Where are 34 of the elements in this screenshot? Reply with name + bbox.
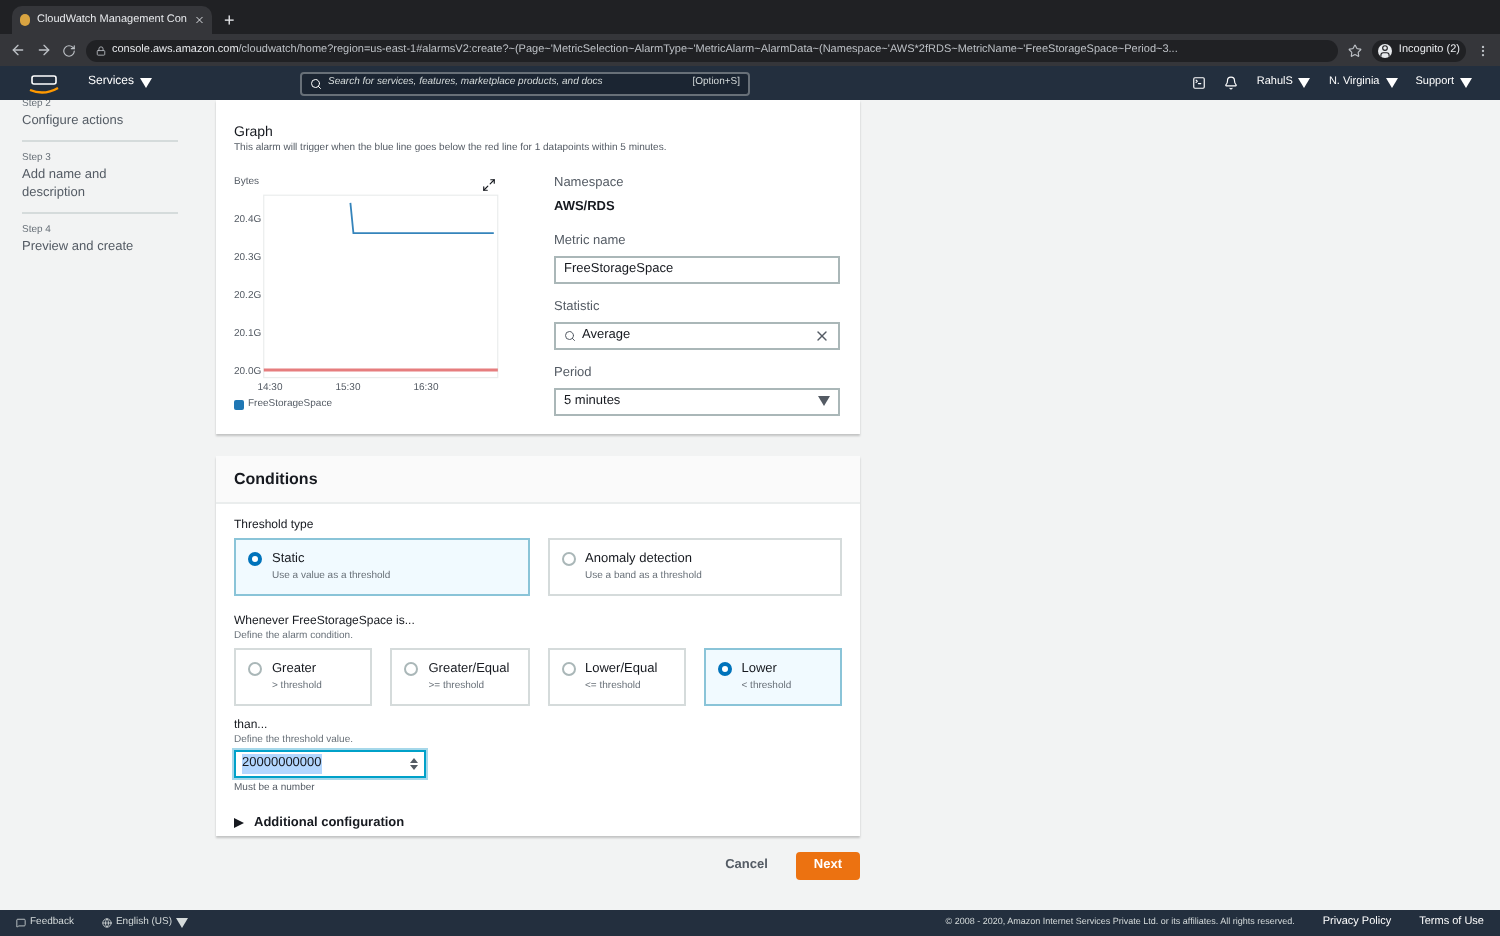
radio-button[interactable]	[248, 552, 262, 566]
logo-drawing	[28, 73, 60, 93]
radio-button[interactable]	[561, 662, 575, 676]
radio-button[interactable]	[248, 662, 262, 676]
favicon-icon	[20, 14, 31, 26]
stepper-icon[interactable]	[410, 758, 418, 770]
clear-icon[interactable]	[814, 327, 830, 344]
section-title: Conditions	[234, 467, 318, 491]
search-icon	[564, 329, 576, 342]
expand-icon[interactable]	[482, 178, 496, 192]
forward-icon[interactable]	[36, 42, 52, 58]
close-icon[interactable]	[193, 14, 204, 26]
radio-button[interactable]	[717, 662, 732, 676]
reload-icon[interactable]	[62, 43, 76, 57]
lock-icon	[96, 45, 106, 55]
incognito-icon	[1378, 43, 1393, 57]
caret-icon	[176, 918, 189, 928]
radio-button[interactable]	[404, 662, 419, 676]
star-icon[interactable]	[1348, 43, 1363, 57]
menu-icon[interactable]	[1476, 43, 1490, 57]
new-tab-button[interactable]: +	[224, 6, 235, 34]
globe-icon	[101, 918, 112, 928]
radio-button[interactable]	[561, 552, 575, 566]
feedback-icon	[16, 918, 26, 928]
caret-icon	[1460, 78, 1472, 88]
caret-icon	[1385, 78, 1398, 88]
terminal-icon[interactable]	[1192, 76, 1207, 90]
legend-swatch	[234, 400, 244, 411]
caret-icon	[1298, 78, 1311, 88]
notification-icon[interactable]	[1224, 76, 1239, 90]
back-icon[interactable]	[10, 42, 26, 58]
caret-icon	[140, 78, 153, 88]
search-icon	[310, 77, 323, 89]
caret-icon	[818, 396, 830, 407]
